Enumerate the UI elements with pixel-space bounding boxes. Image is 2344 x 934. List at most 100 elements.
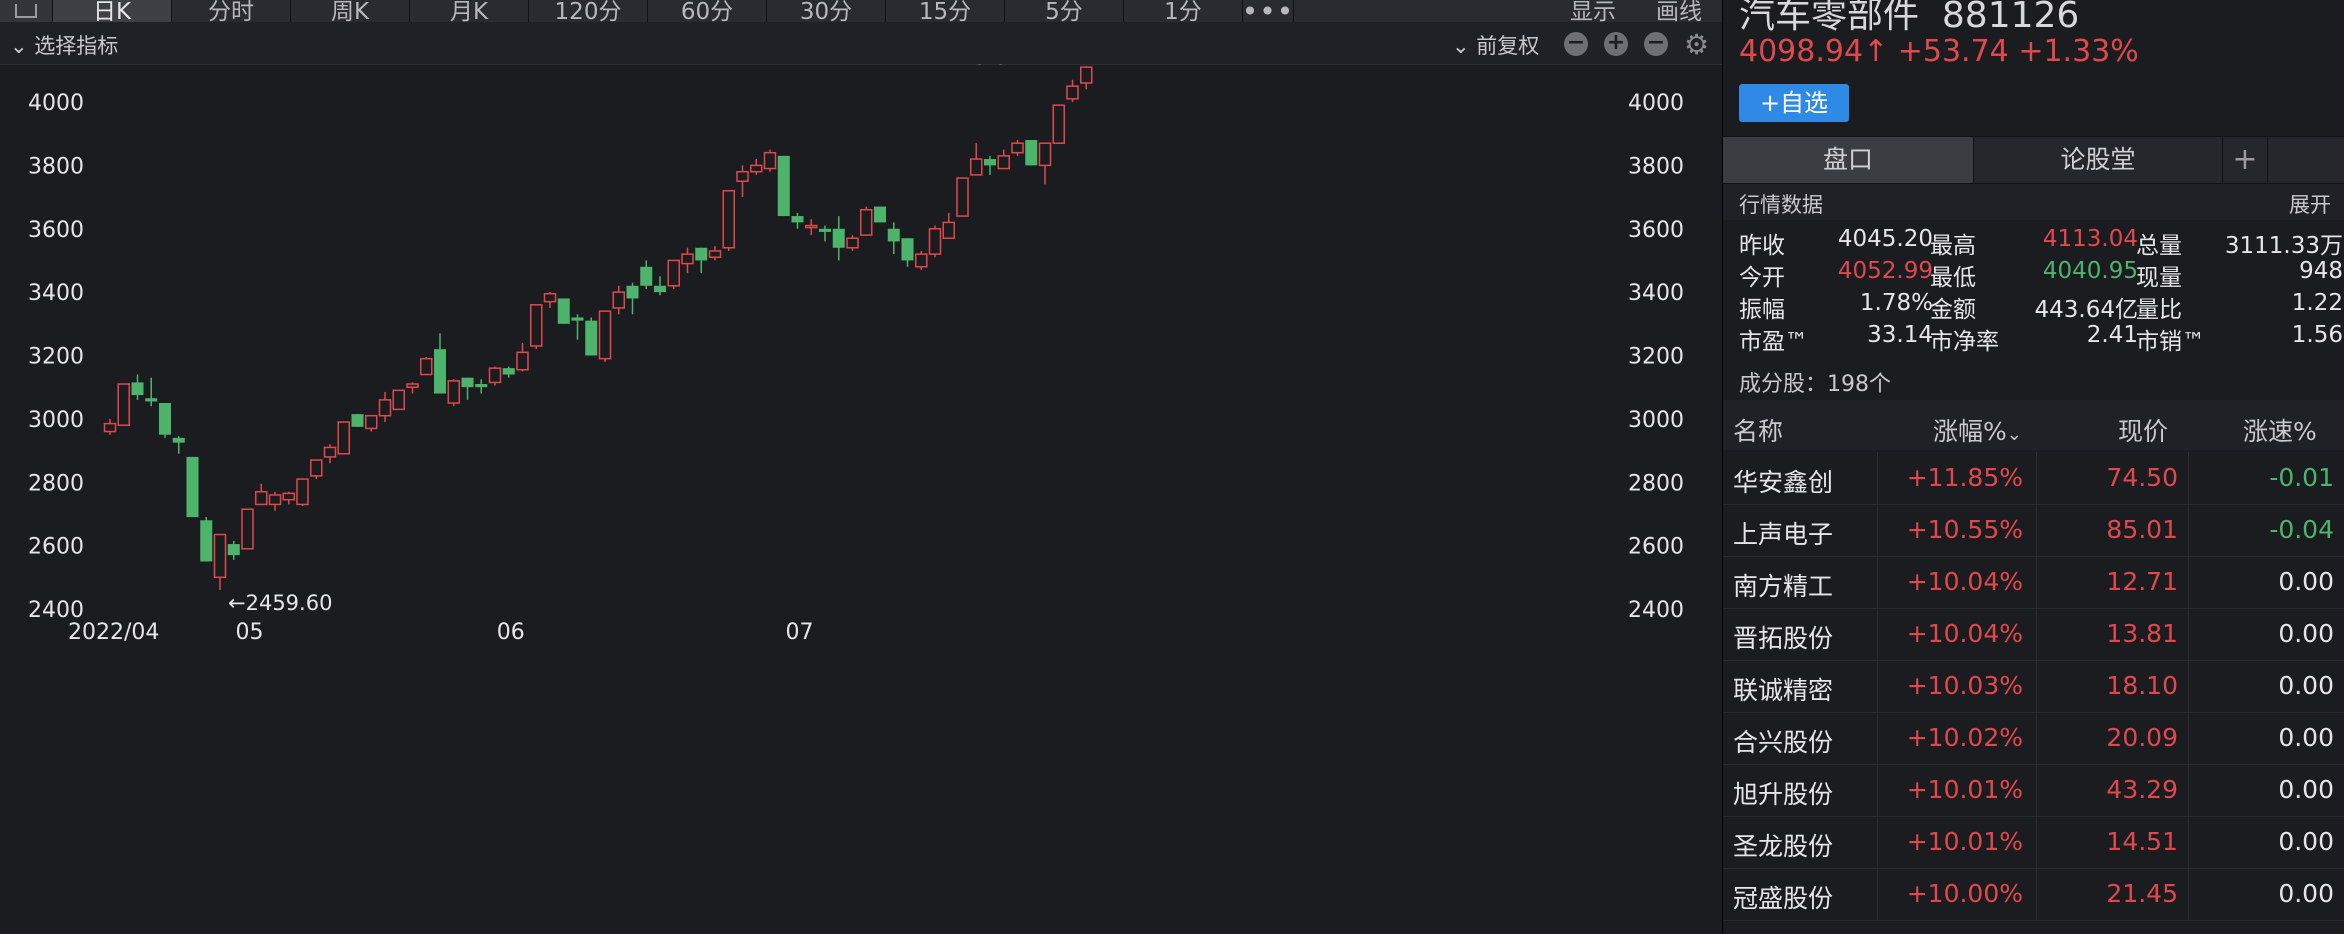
tab-daily-k[interactable]: 日K	[53, 0, 172, 22]
zoom-out-icon[interactable]: −	[1564, 32, 1588, 56]
candle[interactable]	[488, 366, 502, 386]
candle[interactable]	[695, 247, 708, 274]
candle[interactable]	[461, 377, 474, 400]
candle[interactable]	[365, 414, 378, 432]
table-row[interactable]: 南方精工 +10.04% 12.71 0.00	[1723, 556, 2344, 609]
candle[interactable]	[736, 165, 749, 198]
candle[interactable]	[420, 357, 433, 376]
candle[interactable]	[915, 250, 928, 270]
tab-5min[interactable]: 5分	[1005, 0, 1124, 22]
settings-gear-icon[interactable]: ⚙	[1684, 28, 1709, 61]
candle[interactable]	[351, 414, 364, 427]
candle[interactable]	[612, 285, 625, 315]
candle[interactable]	[585, 317, 598, 356]
candle[interactable]	[970, 143, 983, 176]
candle[interactable]	[227, 540, 240, 560]
col-header-name[interactable]: 名称	[1733, 412, 1783, 448]
table-row[interactable]: 冠盛股份 +10.00% 21.45 0.00	[1723, 868, 2344, 921]
layout-icon[interactable]	[0, 0, 53, 22]
candle[interactable]	[887, 222, 900, 255]
candle[interactable]	[667, 259, 680, 289]
candle[interactable]	[268, 491, 282, 511]
candle[interactable]	[1025, 140, 1038, 166]
candlestick-chart[interactable]: 2400 24002600 26002800 28003000 30003200 3200…	[0, 64, 1722, 934]
candle[interactable]	[791, 212, 804, 229]
col-header-price[interactable]: 现价	[2118, 412, 2168, 448]
candle[interactable]	[1038, 142, 1052, 185]
candle[interactable]	[763, 149, 777, 172]
candle[interactable]	[654, 276, 666, 296]
candle[interactable]	[392, 389, 405, 411]
table-row[interactable]: 合兴股份 +10.02% 20.09 0.00	[1723, 712, 2344, 765]
candle[interactable]	[1066, 79, 1079, 102]
candle[interactable]	[722, 189, 735, 251]
candle[interactable]	[997, 149, 1010, 170]
expand-link[interactable]: 展开	[2289, 189, 2331, 219]
candle[interactable]	[846, 235, 859, 251]
candle[interactable]	[241, 508, 254, 550]
candle[interactable]	[681, 247, 694, 274]
candle[interactable]	[434, 333, 446, 394]
candle[interactable]	[200, 517, 213, 562]
tab-monthly-k[interactable]: 月K	[410, 0, 529, 22]
select-indicator-dropdown[interactable]: ⌄ 选择指标	[10, 30, 118, 60]
zoom-in-icon[interactable]: +	[1604, 32, 1628, 56]
candle[interactable]	[1080, 66, 1093, 90]
candle[interactable]	[557, 298, 570, 324]
candle[interactable]	[502, 366, 515, 378]
candle[interactable]	[255, 483, 268, 506]
table-row[interactable]: 旭升股份 +10.01% 43.29 0.00	[1723, 764, 2344, 817]
tab-120min[interactable]: 120分	[529, 0, 648, 22]
candle[interactable]	[543, 292, 557, 308]
tab-30min[interactable]: 30分	[767, 0, 886, 22]
candle[interactable]	[145, 377, 158, 407]
candle[interactable]	[323, 444, 337, 464]
table-row[interactable]: 晋拓股份 +10.04% 13.81 0.00	[1723, 608, 2344, 661]
candle[interactable]	[901, 238, 914, 267]
candle[interactable]	[750, 159, 763, 175]
candle[interactable]	[708, 246, 722, 261]
add-watchlist-button[interactable]: +自选	[1739, 84, 1849, 122]
candle[interactable]	[598, 310, 612, 362]
candle[interactable]	[1011, 140, 1024, 156]
candle[interactable]	[159, 403, 171, 438]
candle[interactable]	[117, 383, 130, 426]
table-row[interactable]: 华安鑫创 +11.85% 74.50 -0.01	[1723, 452, 2344, 505]
minimize-icon[interactable]: −	[1644, 32, 1668, 56]
tab-forum[interactable]: 论股堂	[1974, 137, 2223, 183]
more-periods-button[interactable]: •••	[1243, 0, 1294, 22]
price-adjust-dropdown[interactable]: ⌄ 前复权	[1452, 30, 1539, 60]
candle[interactable]	[296, 478, 309, 507]
table-row[interactable]: 圣龙股份 +10.01% 14.51 0.00	[1723, 816, 2344, 869]
candle[interactable]	[860, 206, 873, 236]
table-row[interactable]: 联诚精密 +10.03% 18.10 0.00	[1723, 660, 2344, 713]
candle[interactable]	[530, 304, 543, 350]
draw-line-button[interactable]: 画线	[1656, 1, 1702, 23]
tab-order-book[interactable]: 盘口	[1723, 137, 1974, 183]
candle[interactable]	[103, 418, 117, 435]
candle[interactable]	[571, 314, 584, 340]
candle[interactable]	[805, 219, 818, 236]
candle[interactable]	[942, 212, 955, 240]
tab-intraday[interactable]: 分时	[172, 0, 291, 22]
tab-weekly-k[interactable]: 周K	[291, 0, 410, 22]
candle[interactable]	[213, 533, 227, 590]
candle[interactable]	[640, 260, 653, 289]
add-tab-icon[interactable]: +	[2223, 137, 2268, 183]
tab-15min[interactable]: 15分	[886, 0, 1005, 22]
tab-60min[interactable]: 60分	[648, 0, 767, 22]
candle[interactable]	[777, 155, 790, 217]
col-header-change[interactable]: 涨幅%⌄	[1933, 412, 2022, 448]
candle[interactable]	[475, 379, 488, 394]
table-row[interactable]: 上声电子 +10.55% 85.01 -0.04	[1723, 504, 2344, 557]
candle[interactable]	[406, 382, 419, 394]
candle[interactable]	[447, 379, 460, 407]
candle[interactable]	[956, 177, 969, 217]
candle[interactable]	[131, 374, 144, 400]
candle[interactable]	[186, 456, 199, 518]
col-header-speed[interactable]: 涨速%	[2243, 412, 2317, 448]
candle[interactable]	[928, 225, 942, 258]
candle[interactable]	[819, 225, 831, 242]
candle[interactable]	[832, 216, 845, 261]
candle[interactable]	[172, 436, 185, 454]
